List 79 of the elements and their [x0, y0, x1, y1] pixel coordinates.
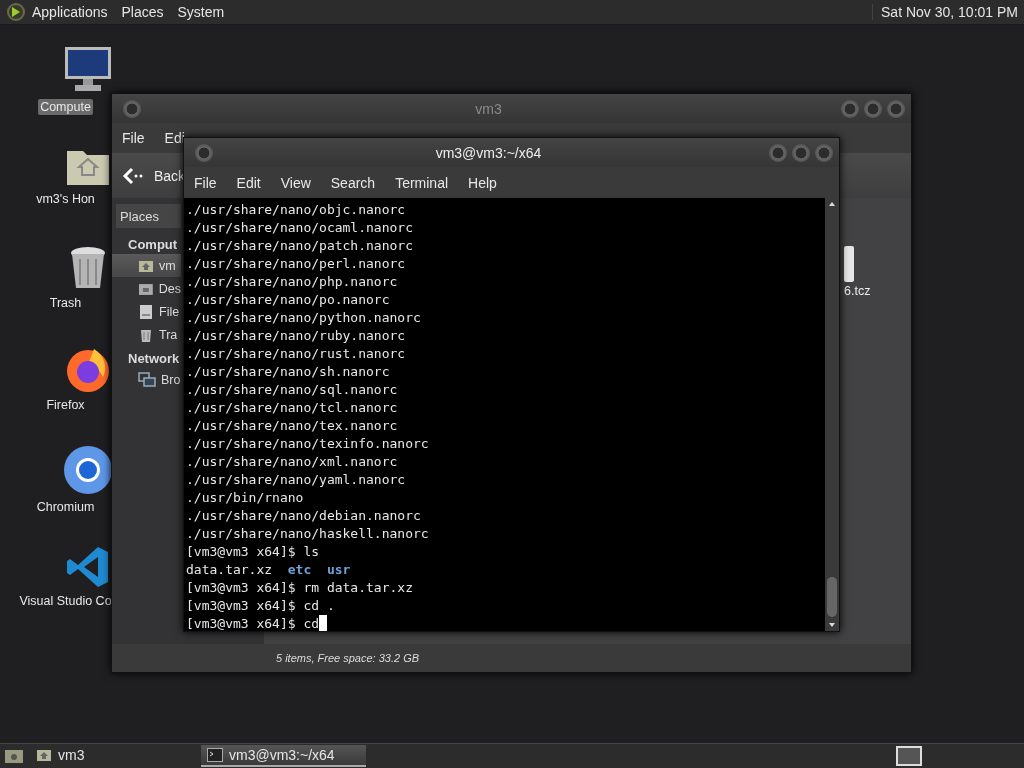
sidebar-item[interactable]: Des: [112, 277, 181, 300]
terminal-icon: [207, 748, 223, 762]
taskbar-item[interactable]: vm3@vm3:~/x64: [201, 745, 366, 767]
code-editor-icon: [66, 545, 110, 589]
terminal-line: ./usr/share/nano/patch.nanorc: [186, 238, 413, 253]
file-icon: [844, 246, 854, 282]
panel-menu[interactable]: System: [177, 4, 225, 20]
terminal-line: ./usr/bin/rnano: [186, 490, 304, 505]
scrollbar[interactable]: [825, 198, 839, 631]
icon-label[interactable]: vm3's Hon: [34, 191, 97, 207]
menu-item[interactable]: File: [122, 130, 145, 146]
places-dropdown[interactable]: Places: [116, 204, 181, 228]
drive-icon: [138, 303, 154, 320]
window-title: vm3: [474, 100, 503, 117]
menu-item[interactable]: Search: [330, 174, 376, 191]
terminal-line: ./usr/share/nano/python.nanorc: [186, 310, 421, 325]
terminal-line: ./usr/share/nano/tex.nanorc: [186, 418, 398, 433]
maximize-button[interactable]: [792, 143, 810, 162]
terminal-line: ./usr/share/nano/sh.nanorc: [186, 364, 390, 379]
terminal-line: ./usr/share/nano/php.nanorc: [186, 274, 398, 289]
minimize-button[interactable]: [769, 143, 787, 162]
terminal-line: ./usr/share/nano/objc.nanorc: [186, 202, 406, 217]
menu-item[interactable]: Terminal: [395, 174, 449, 191]
terminal-line: ./usr/share/nano/sql.nanorc: [186, 382, 398, 397]
terminal-line: ./usr/share/nano/debian.nanorc: [186, 508, 421, 523]
menu-item[interactable]: View: [280, 174, 311, 191]
sidebar-item[interactable]: Bro: [112, 368, 181, 391]
window-menu-button[interactable]: [123, 99, 141, 118]
terminal-line: [vm3@vm3 x64]$ cd: [186, 616, 320, 631]
terminal-line: ./usr/share/nano/tcl.nanorc: [186, 400, 398, 415]
icon-label[interactable]: Visual Studio Co: [17, 593, 114, 609]
terminal-line: ./usr/share/nano/ocaml.nanorc: [186, 220, 413, 235]
file-label[interactable]: 6.tcz: [844, 284, 871, 298]
close-button[interactable]: [887, 99, 905, 118]
home-folder-icon: [36, 747, 52, 763]
terminal-line: [vm3@vm3 x64]$ ls: [186, 544, 320, 559]
workspace-switcher[interactable]: [896, 746, 922, 766]
maximize-button[interactable]: [864, 99, 882, 118]
terminal-line: ./usr/share/nano/haskell.nanorc: [186, 526, 429, 541]
sidebar-item[interactable]: vm: [112, 254, 181, 277]
terminal-line: [vm3@vm3 x64]$ cd .: [186, 598, 335, 613]
window-title: vm3@vm3:~/x64: [434, 144, 543, 161]
icon-label[interactable]: Firefox: [44, 397, 87, 413]
section-title: Comput: [127, 236, 179, 254]
terminal-line: ./usr/share/nano/texinfo.nanorc: [186, 436, 429, 451]
sidebar-item[interactable]: File: [112, 300, 181, 323]
logo-icon: [6, 2, 26, 22]
status-text: 5 items, Free space: 33.2 GB: [276, 652, 420, 664]
section-title: Network: [127, 350, 181, 368]
close-button[interactable]: [815, 143, 833, 162]
menu-item[interactable]: Help: [468, 174, 497, 191]
window-menu-button[interactable]: [195, 143, 213, 162]
taskbar-item[interactable]: vm3: [30, 745, 195, 767]
terminal-line: ./usr/share/nano/xml.nanorc: [186, 454, 398, 469]
panel-menu[interactable]: Places: [121, 4, 164, 20]
menu-item[interactable]: Edit: [236, 174, 261, 191]
trash-icon: [68, 245, 108, 291]
panel-menu[interactable]: Applications: [32, 4, 108, 20]
terminal-line: ./usr/share/nano/ruby.nanorc: [186, 328, 406, 343]
show-desktop-icon[interactable]: [4, 747, 24, 765]
chromium-icon: [63, 445, 113, 495]
icon-label[interactable]: Trash: [47, 295, 84, 311]
back-icon: [122, 166, 144, 185]
network-icon: [138, 371, 156, 388]
terminal-line: ./usr/share/nano/rust.nanorc: [186, 346, 406, 361]
menu-item[interactable]: File: [194, 174, 217, 191]
terminal-line: ./usr/share/nano/yaml.nanorc: [186, 472, 406, 487]
terminal-line: ./usr/share/nano/perl.nanorc: [186, 256, 406, 271]
icon-label[interactable]: Compute: [38, 99, 93, 115]
directory-name: etc: [287, 562, 312, 577]
back-button[interactable]: Back: [122, 166, 186, 185]
minimize-button[interactable]: [841, 99, 859, 118]
sidebar-item[interactable]: Tra: [112, 323, 181, 346]
icon-label[interactable]: Chromium: [34, 499, 97, 515]
file-name: data.tar.xz: [186, 562, 273, 577]
terminal-line: [vm3@vm3 x64]$ rm data.tar.xz: [186, 580, 413, 595]
directory-name: usr: [326, 562, 351, 577]
clock: Sat Nov 30, 10:01 PM: [872, 4, 1018, 20]
terminal-line: ./usr/share/nano/po.nanorc: [186, 292, 390, 307]
